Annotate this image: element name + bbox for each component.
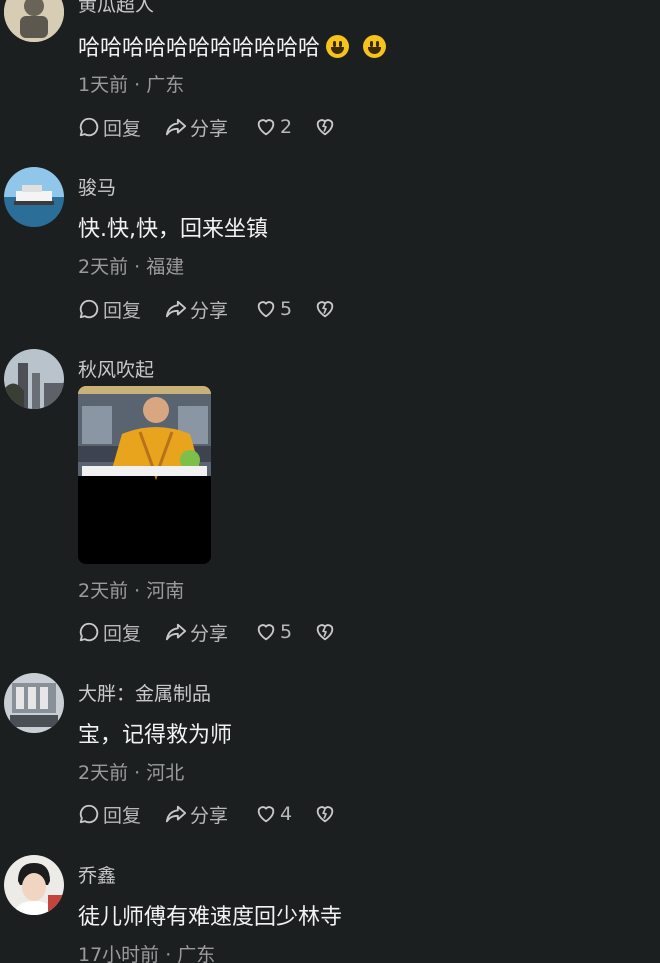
avatar[interactable] [4,349,64,409]
smile-emoji-icon [326,35,350,58]
dislike-heart-icon [316,806,334,823]
dislike-heart-icon [316,301,334,318]
username[interactable]: 骏马 [78,173,116,200]
dislike-button[interactable] [314,296,339,322]
reply-button[interactable]: 回复 [78,619,141,645]
like-count: 5 [280,621,293,643]
username[interactable]: 秋风吹起 [78,355,154,382]
share-icon [165,118,187,136]
avatar[interactable] [4,167,64,227]
comment-icon [79,299,99,319]
heart-icon [257,624,275,641]
like-count: 2 [280,116,293,138]
like-button[interactable]: 5 [255,619,292,645]
avatar[interactable] [4,0,64,42]
username[interactable]: 乔鑫 [78,861,116,888]
username[interactable]: 黄瓜超人 [78,0,154,17]
reply-label: 回复 [103,299,142,322]
dislike-button[interactable] [314,619,339,645]
reply-label: 回复 [103,117,142,140]
share-button[interactable]: 分享 [165,296,228,322]
dislike-heart-icon [316,624,334,641]
comment-actions: 回复 分享 5 [78,619,378,645]
like-count: 5 [280,298,293,320]
username[interactable]: 大胖：金属制品 [78,679,211,706]
reply-label: 回复 [103,622,142,645]
share-icon [165,805,187,823]
share-label: 分享 [190,117,229,140]
like-button[interactable]: 2 [255,114,292,140]
comment-actions: 回复 分享 5 [78,296,378,322]
share-button[interactable]: 分享 [165,619,228,645]
reply-button[interactable]: 回复 [78,296,141,322]
reply-button[interactable]: 回复 [78,114,141,140]
comment-meta: 2天前 · 河南 [78,580,185,602]
reply-label: 回复 [103,804,142,827]
comment-meta: 2天前 · 福建 [78,256,185,278]
comment-meta: 2天前 · 河北 [78,762,185,784]
avatar[interactable] [4,855,64,915]
like-count: 4 [280,803,293,825]
dislike-button[interactable] [314,114,339,140]
reply-button[interactable]: 回复 [78,801,141,827]
comment-text: 快.快,快，回来坐镇 [78,217,268,242]
comment-image[interactable] [78,386,211,564]
heart-icon [257,119,275,136]
share-label: 分享 [190,804,229,827]
comment-icon [79,804,99,824]
like-button[interactable]: 4 [255,801,292,827]
smile-emoji-icon [363,35,387,58]
comment-meta: 17小时前 · 广东 [78,944,216,963]
share-icon [165,300,187,318]
share-label: 分享 [190,299,229,322]
share-button[interactable]: 分享 [165,114,228,140]
share-button[interactable]: 分享 [165,801,228,827]
comment-text: 宝，记得救为师 [78,723,233,748]
heart-icon [257,301,275,318]
share-label: 分享 [190,622,229,645]
dislike-heart-icon [316,119,334,136]
comment-actions: 回复 分享 4 [78,801,378,827]
comment-icon [79,622,99,642]
comment-icon [79,117,99,137]
dislike-button[interactable] [314,801,339,827]
comment-meta: 1天前 · 广东 [78,74,185,96]
comment-text: 哈哈哈哈哈哈哈哈哈哈哈 [78,30,387,62]
avatar[interactable] [4,673,64,733]
comment-text: 徒儿师傅有难速度回少林寺 [78,905,343,930]
comment-text-content: 哈哈哈哈哈哈哈哈哈哈哈 [78,36,321,61]
like-button[interactable]: 5 [255,296,292,322]
share-icon [165,623,187,641]
heart-icon [257,806,275,823]
comment-actions: 回复 分享 2 [78,114,378,140]
